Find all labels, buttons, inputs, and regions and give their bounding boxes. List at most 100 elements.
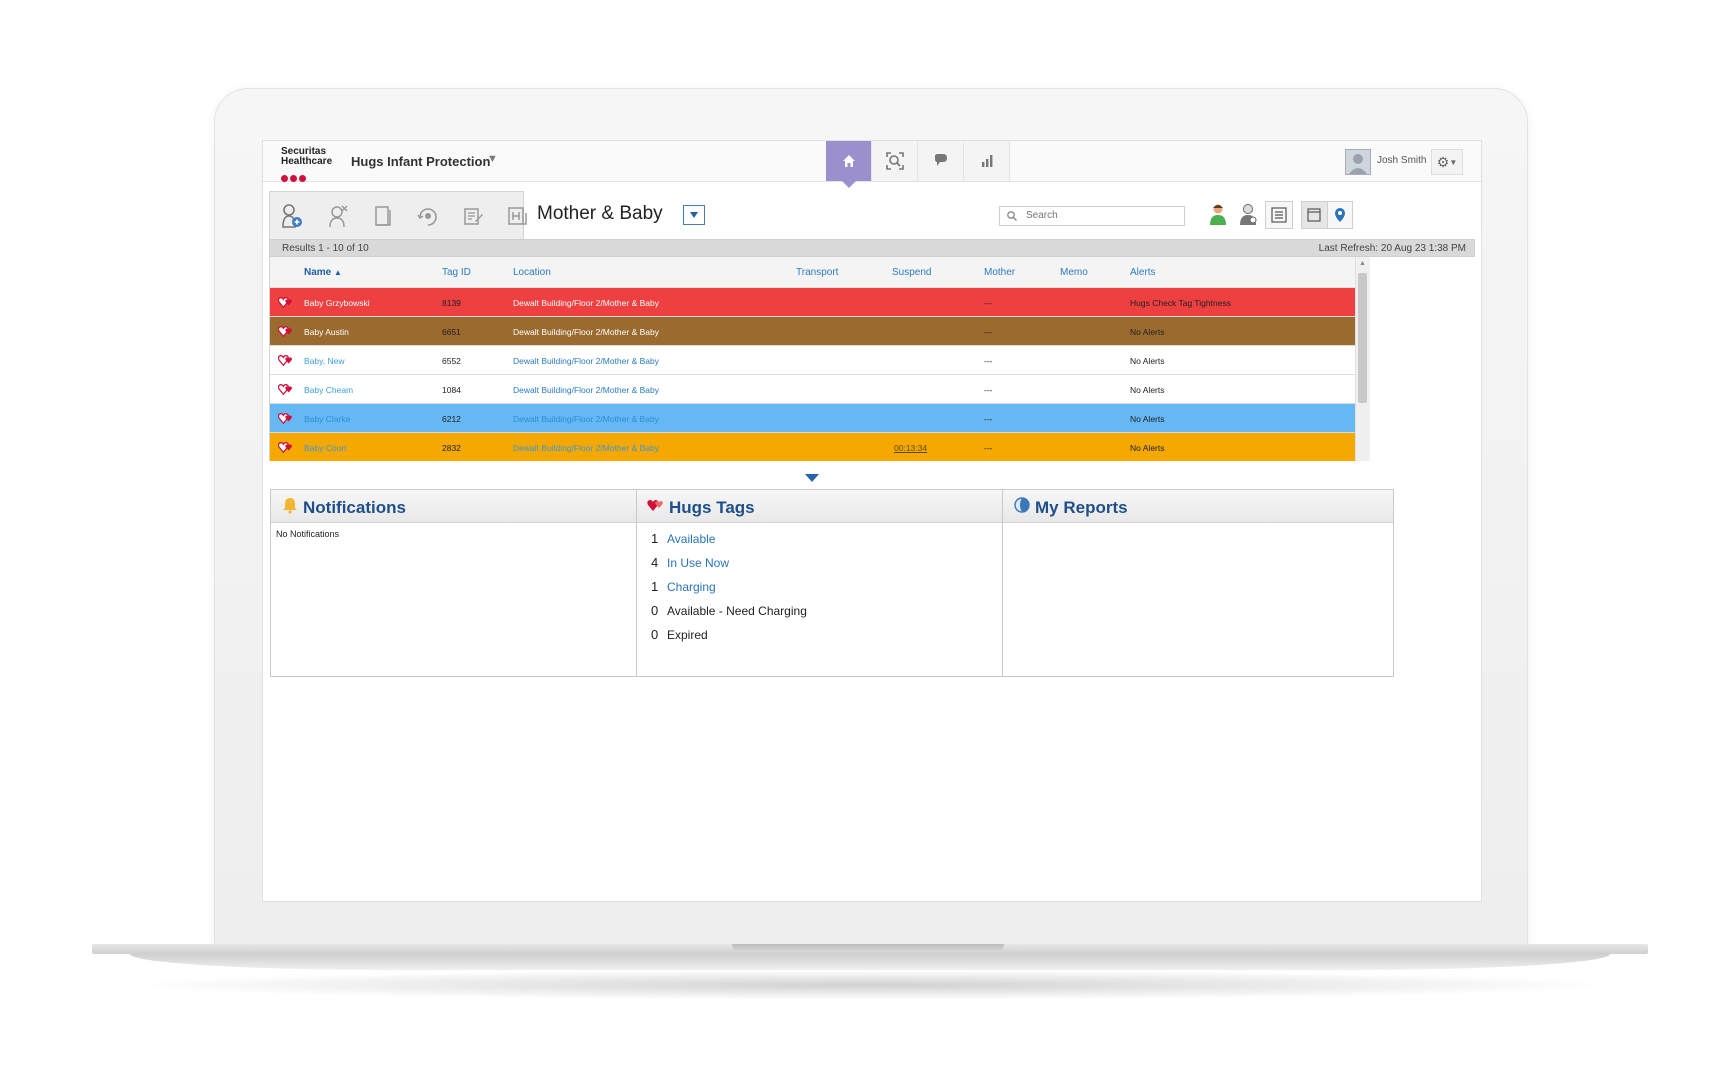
- table-view-button[interactable]: [1302, 202, 1328, 228]
- hugs-tag-item[interactable]: 1 Charging: [651, 579, 716, 594]
- hugs-tag-icon: [278, 355, 292, 367]
- remove-baby-icon: [329, 204, 348, 227]
- reports-globe-icon: [1014, 497, 1030, 513]
- cell-location[interactable]: Dewalt Building/Floor 2/Mother & Baby: [513, 385, 659, 395]
- cell-location[interactable]: Dewalt Building/Floor 2/Mother & Baby: [513, 356, 659, 366]
- chevron-down-icon[interactable]: ▼: [487, 153, 498, 165]
- column-header-suspend[interactable]: Suspend: [892, 267, 931, 278]
- staff-filter-button[interactable]: [1235, 201, 1261, 227]
- table-row[interactable]: Baby Austin 6651 Dewalt Building/Floor 2/M…: [270, 317, 1356, 346]
- cell-location[interactable]: Dewalt Building/Floor 2/Mother & Baby: [513, 414, 659, 424]
- cell-tag-id: 2832: [442, 443, 461, 453]
- user-silhouette-icon: [1349, 154, 1367, 174]
- table-row[interactable]: Baby Cheam 1084 Dewalt Building/Floor 2/Mo…: [270, 375, 1356, 404]
- tag-status-link[interactable]: Available: [667, 532, 715, 546]
- cell-mother: ---: [984, 327, 993, 337]
- discharge-baby-button[interactable]: [326, 203, 350, 229]
- tag-status-label: Expired: [667, 628, 708, 642]
- map-pin-icon: [1334, 208, 1345, 222]
- cell-name[interactable]: Baby, New: [304, 356, 344, 366]
- hugs-tag-item: 0 Expired: [651, 627, 708, 642]
- tag-status-link[interactable]: In Use Now: [667, 556, 729, 570]
- hugs-tag-item[interactable]: 1 Available: [651, 531, 715, 546]
- edit-record-button[interactable]: [462, 203, 484, 229]
- cell-name[interactable]: Baby Austin: [304, 327, 349, 337]
- cell-alerts: No Alerts: [1130, 414, 1165, 424]
- main-nav: [826, 141, 1010, 188]
- column-header-location[interactable]: Location: [513, 267, 551, 278]
- admit-baby-button[interactable]: [280, 203, 304, 229]
- notifications-panel: Notifications No Notifications: [270, 489, 662, 677]
- hugs-tags-panel: Hugs Tags 1 Available 4 In Use Now 1 Charging…: [636, 489, 1028, 677]
- settings-menu-button[interactable]: ⚙ ▼: [1431, 149, 1463, 175]
- tag-count: 1: [651, 531, 659, 546]
- table-row[interactable]: Baby, New 6552 Dewalt Building/Floor 2/Mot…: [270, 346, 1356, 375]
- column-header-transport[interactable]: Transport: [796, 267, 838, 278]
- hugs-tag-item: 0 Available - Need Charging: [651, 603, 807, 618]
- table-body: Baby Grzybowski 8139 Dewalt Building/Floor…: [270, 288, 1356, 461]
- user-name[interactable]: Josh Smith: [1377, 155, 1426, 166]
- scroll-up-icon[interactable]: ▲: [1359, 260, 1366, 267]
- nav-tab-home[interactable]: [826, 141, 872, 188]
- cell-name[interactable]: Baby Grzybowski: [304, 298, 370, 308]
- list-view-button[interactable]: [1265, 201, 1293, 229]
- cell-name[interactable]: Baby Cheam: [304, 385, 353, 395]
- hugs-tag-item[interactable]: 4 In Use Now: [651, 555, 729, 570]
- search-view-icon: [885, 152, 904, 170]
- view-toggle-group: [1301, 201, 1353, 229]
- search-box[interactable]: [999, 206, 1185, 226]
- table-row[interactable]: Baby Court 2832 Dewalt Building/Floor 2/Mo…: [270, 433, 1356, 461]
- column-header-memo[interactable]: Memo: [1060, 267, 1088, 278]
- nav-tab-reports[interactable]: [964, 141, 1010, 181]
- cell-location[interactable]: Dewalt Building/Floor 2/Mother & Baby: [513, 298, 659, 308]
- unit-dropdown-button[interactable]: [683, 205, 705, 225]
- refresh-person-icon: [417, 207, 437, 226]
- column-header-tag-id[interactable]: Tag ID: [442, 267, 471, 278]
- cell-location[interactable]: Dewalt Building/Floor 2/Mother & Baby: [513, 327, 659, 337]
- mother-filter-button[interactable]: [1205, 201, 1231, 227]
- sort-ascending-icon: ▲: [334, 268, 342, 277]
- app-screen: Securitas Healthcare Hugs Infant Protect…: [262, 140, 1482, 902]
- cell-tag-id: 6212: [442, 414, 461, 424]
- refresh-tag-button[interactable]: [416, 203, 440, 229]
- table-row[interactable]: Baby Grzybowski 8139 Dewalt Building/Floor…: [270, 288, 1356, 317]
- hospital-icon: [508, 206, 527, 225]
- unit-title: Mother & Baby: [537, 203, 663, 224]
- scrollbar-thumb[interactable]: [1358, 273, 1367, 403]
- column-header-mother[interactable]: Mother: [984, 267, 1015, 278]
- table-row[interactable]: Baby Clarke 6212 Dewalt Building/Floor 2/M…: [270, 404, 1356, 433]
- table-header: Name ▲ Tag ID Location Transport Suspend…: [270, 257, 1356, 288]
- hospital-info-button[interactable]: [506, 203, 528, 229]
- tag-book-button[interactable]: [372, 203, 394, 229]
- map-view-button[interactable]: [1328, 202, 1353, 228]
- hugs-tag-icon: [278, 326, 292, 338]
- cell-name[interactable]: Baby Clarke: [304, 414, 350, 424]
- tag-status-link[interactable]: Charging: [667, 580, 716, 594]
- cell-name[interactable]: Baby Court: [304, 443, 347, 453]
- nav-tab-messages[interactable]: [918, 141, 964, 181]
- chevron-down-icon: ▼: [1449, 157, 1458, 167]
- tag-count: 4: [651, 555, 659, 570]
- cell-alerts: Hugs Check Tag Tightness: [1130, 298, 1231, 308]
- nav-tab-search-view[interactable]: [872, 141, 918, 181]
- search-icon: [1007, 211, 1017, 221]
- cell-mother: ---: [984, 414, 993, 424]
- hugs-tag-icon: [278, 413, 292, 425]
- collapse-arrow-icon[interactable]: [805, 474, 819, 482]
- table-scrollbar[interactable]: ▲: [1355, 257, 1370, 461]
- cell-alerts: No Alerts: [1130, 385, 1165, 395]
- cell-mother: ---: [984, 298, 993, 308]
- top-header: Securitas Healthcare Hugs Infant Protect…: [263, 141, 1481, 188]
- column-header-name[interactable]: Name ▲: [304, 267, 342, 278]
- cell-location[interactable]: Dewalt Building/Floor 2/Mother & Baby: [513, 443, 659, 453]
- hugs-tags-header: Hugs Tags: [637, 490, 1027, 523]
- app-title-dropdown[interactable]: Hugs Infant Protection: [351, 154, 490, 169]
- chat-icon: [934, 154, 947, 166]
- last-refresh: Last Refresh: 20 Aug 23 1:38 PM: [1318, 243, 1466, 254]
- search-input[interactable]: [1024, 209, 1178, 222]
- cell-suspend[interactable]: 00:13:34: [894, 443, 927, 453]
- column-header-alerts[interactable]: Alerts: [1130, 267, 1156, 278]
- user-avatar[interactable]: [1345, 149, 1371, 175]
- empty-notifications-text: No Notifications: [276, 529, 340, 539]
- laptop-shadow: [120, 970, 1620, 1000]
